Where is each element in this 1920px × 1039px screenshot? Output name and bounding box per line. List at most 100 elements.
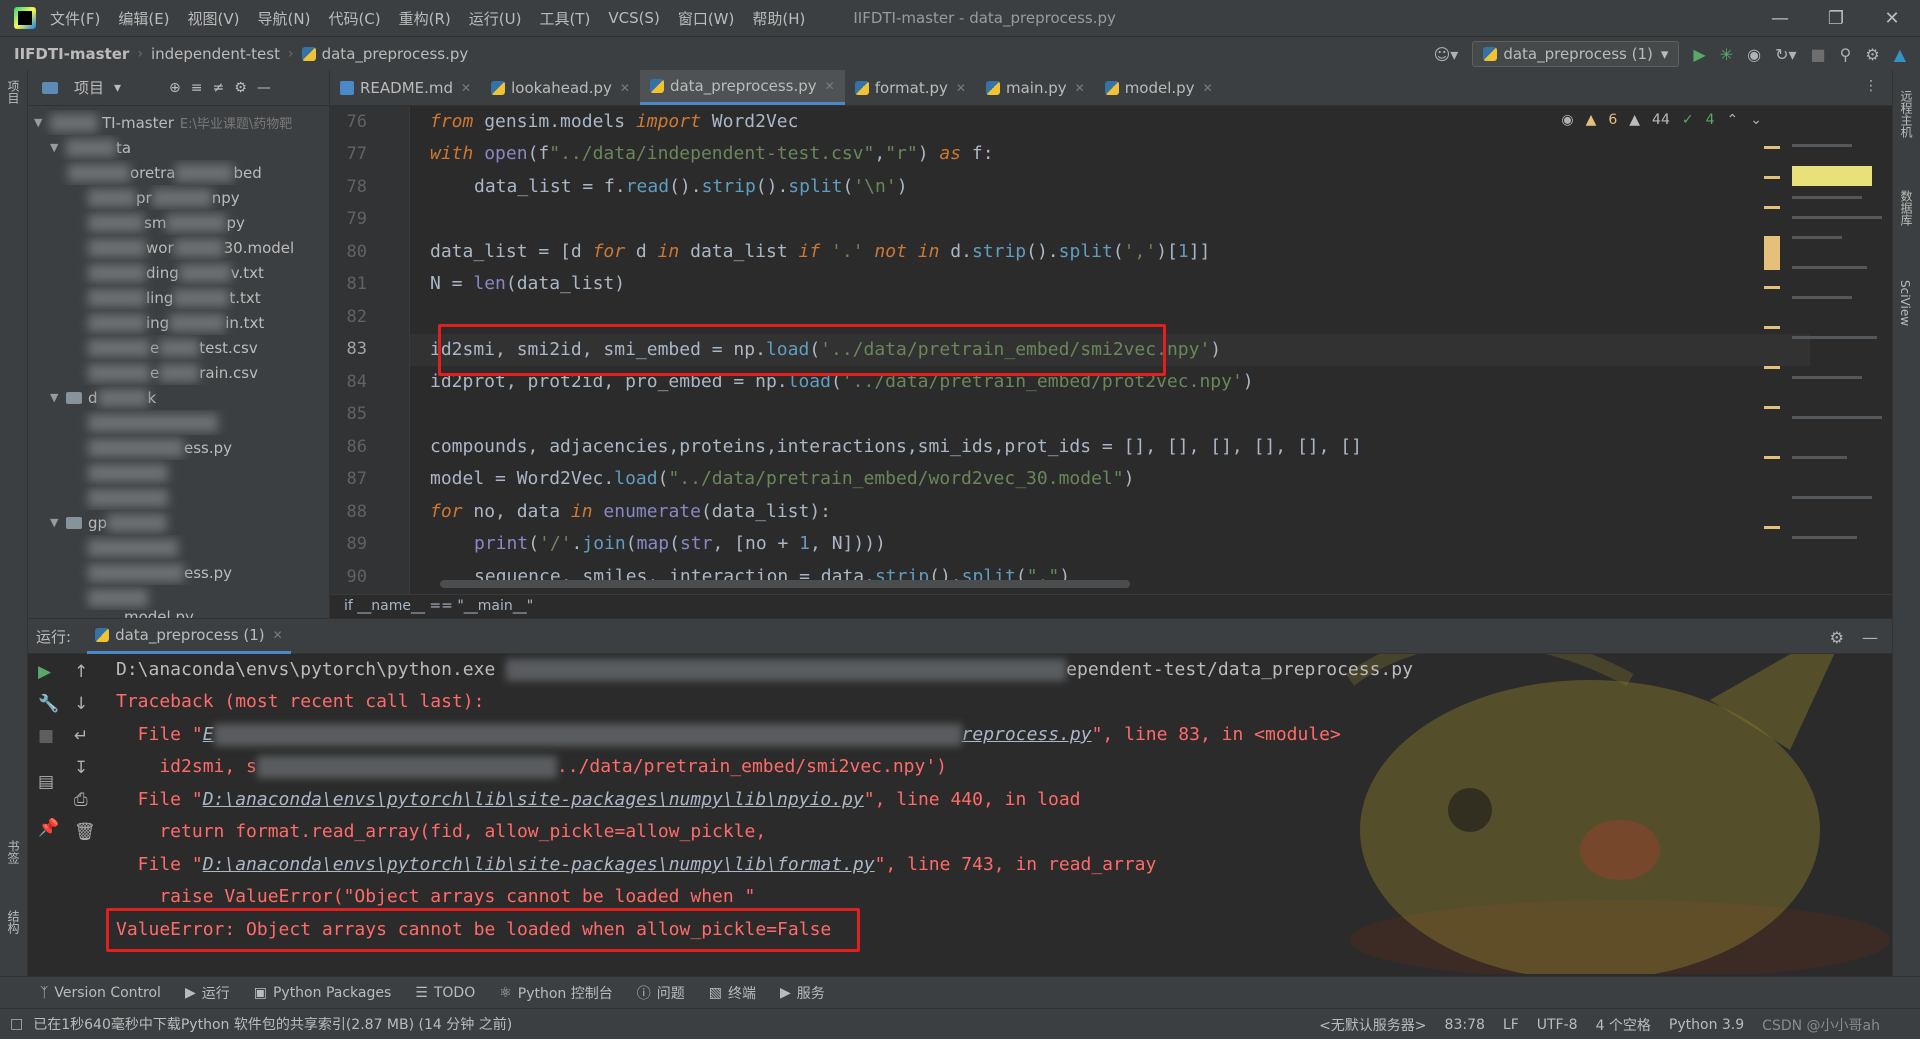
close-icon[interactable]: ✕ bbox=[1075, 81, 1085, 95]
locate-icon[interactable]: ⊕ bbox=[169, 80, 181, 96]
tree-item[interactable]: ▼ gp bbox=[28, 510, 329, 535]
tool-problems[interactable]: ⓘ 问题 bbox=[637, 983, 685, 1003]
scroll-down-icon[interactable]: ↓ bbox=[74, 694, 88, 714]
inspection-widget[interactable]: ◉ ▲ 6 ▲ 44 ✓ 4 ⌃ ⌄ bbox=[1561, 112, 1762, 128]
run-tab-data-preprocess[interactable]: data_preprocess (1) ✕ bbox=[87, 618, 291, 654]
soft-wrap-icon[interactable]: ↵ bbox=[74, 726, 88, 746]
menu-view[interactable]: 视图(V) bbox=[188, 8, 240, 29]
tab-model[interactable]: model.py ✕ bbox=[1095, 70, 1223, 105]
menu-file[interactable]: 文件(F) bbox=[50, 8, 100, 29]
tool-python-console[interactable]: ⚛ Python 控制台 bbox=[499, 983, 613, 1003]
tree-item[interactable]: e rain.csv bbox=[28, 360, 329, 385]
sciview-tool-tab[interactable]: SciView bbox=[1898, 280, 1912, 326]
scroll-up-icon[interactable]: ↑ bbox=[74, 662, 88, 682]
status-indent[interactable]: 4 个空格 bbox=[1596, 1015, 1651, 1035]
rerun-icon[interactable]: ▶ bbox=[38, 662, 51, 682]
database-tool-tab[interactable]: 数据库 bbox=[1898, 190, 1915, 226]
horizontal-scrollbar[interactable] bbox=[440, 580, 1130, 588]
profile-icon[interactable]: ↻▾ bbox=[1775, 45, 1796, 64]
close-icon[interactable]: ✕ bbox=[1864, 0, 1920, 36]
status-interpreter[interactable]: Python 3.9 bbox=[1669, 1017, 1744, 1033]
breadcrumb-folder[interactable]: independent-test bbox=[151, 45, 280, 63]
tab-data-preprocess[interactable]: data_preprocess.py ✕ bbox=[639, 70, 845, 105]
gear-icon[interactable]: ⚙ bbox=[1865, 45, 1879, 64]
tree-item[interactable] bbox=[28, 485, 329, 510]
hide-panel-icon[interactable]: — bbox=[1862, 628, 1878, 647]
collapse-all-icon[interactable]: ≠ bbox=[213, 80, 225, 96]
tab-lookahead[interactable]: lookahead.py ✕ bbox=[481, 70, 640, 105]
tree-item[interactable]: ▼ ta bbox=[28, 135, 329, 160]
search-icon[interactable]: ⚲ bbox=[1840, 45, 1852, 64]
status-encoding[interactable]: UTF-8 bbox=[1537, 1017, 1578, 1033]
gear-icon[interactable]: ⚙ bbox=[1830, 628, 1844, 647]
tree-item-root[interactable]: ▼ TI-master E:\毕业课题\药物靶 bbox=[28, 110, 329, 135]
previous-highlight-icon[interactable]: ⌃ bbox=[1727, 112, 1739, 128]
run-icon[interactable]: ▶ bbox=[1693, 45, 1705, 64]
expand-all-icon[interactable]: ≡ bbox=[191, 80, 203, 96]
tree-item[interactable]: pr npy bbox=[28, 185, 329, 210]
pin-icon[interactable]: 📌 bbox=[38, 818, 59, 838]
trash-icon[interactable]: 🗑 bbox=[74, 822, 96, 842]
run-configuration-select[interactable]: data_preprocess (1) ▾ bbox=[1472, 41, 1680, 67]
menu-vcs[interactable]: VCS(S) bbox=[608, 9, 659, 27]
scroll-to-end-icon[interactable]: ↧ bbox=[74, 758, 88, 778]
menu-window[interactable]: 窗口(W) bbox=[678, 8, 735, 29]
project-panel-title[interactable]: 项目 bbox=[74, 77, 104, 98]
close-icon[interactable]: ✕ bbox=[1203, 81, 1213, 95]
npyio-file-link[interactable]: D:\anaconda\envs\pytorch\lib\site-packag… bbox=[203, 789, 864, 810]
debug-icon[interactable]: ✳ bbox=[1720, 45, 1733, 64]
project-tool-tab[interactable]: 项目 bbox=[5, 80, 22, 104]
remote-host-tool-tab[interactable]: 远程主机 bbox=[1898, 90, 1915, 138]
layout-icon[interactable]: ▤ bbox=[38, 772, 54, 792]
hide-panel-icon[interactable]: — bbox=[257, 80, 271, 96]
tree-item[interactable]: e test.csv bbox=[28, 335, 329, 360]
tree-item[interactable]: ess.py bbox=[28, 560, 329, 585]
tool-run[interactable]: ▶ 运行 bbox=[185, 983, 230, 1003]
tree-item[interactable]: ling t.txt bbox=[28, 285, 329, 310]
close-icon[interactable]: ✕ bbox=[461, 81, 471, 95]
tree-item[interactable] bbox=[28, 410, 329, 435]
stop-icon[interactable]: ■ bbox=[1811, 45, 1826, 64]
tree-item[interactable] bbox=[28, 535, 329, 560]
tree-item[interactable]: oretra bed bbox=[28, 160, 329, 185]
code-editor[interactable]: 76 77 78 79 80 81 82 83 84 85 86 87 88 8… bbox=[330, 106, 1892, 594]
format-file-link[interactable]: D:\anaconda\envs\pytorch\lib\site-packag… bbox=[203, 854, 875, 875]
tool-todo[interactable]: ☰ TODO bbox=[415, 985, 475, 1001]
close-icon[interactable]: ✕ bbox=[273, 628, 283, 642]
menu-refactor[interactable]: 重构(R) bbox=[399, 8, 451, 29]
stop-icon[interactable]: ■ bbox=[38, 726, 54, 746]
chevron-down-icon[interactable]: ▾ bbox=[114, 80, 121, 96]
tool-services[interactable]: ▶ 服务 bbox=[780, 983, 825, 1003]
bookmarks-tool-tab[interactable]: 书签 bbox=[5, 840, 22, 864]
menu-tools[interactable]: 工具(T) bbox=[539, 8, 590, 29]
tree-item[interactable]: wor 30.model bbox=[28, 235, 329, 260]
gear-icon[interactable]: ⚙ bbox=[234, 80, 247, 96]
close-icon[interactable]: ✕ bbox=[620, 81, 630, 95]
tree-item[interactable] bbox=[28, 585, 329, 610]
status-line-separator[interactable]: LF bbox=[1503, 1017, 1519, 1033]
tree-item[interactable] bbox=[28, 460, 329, 485]
tree-item[interactable]: sm py bbox=[28, 210, 329, 235]
close-icon[interactable]: ✕ bbox=[825, 79, 835, 93]
wrench-icon[interactable]: 🔧 bbox=[38, 694, 59, 714]
print-icon[interactable]: ⎙ bbox=[74, 790, 88, 810]
status-message[interactable]: 已在1秒640毫秒中下载Python 软件包的共享索引(2.87 MB) (14… bbox=[33, 1014, 512, 1034]
breadcrumb-project[interactable]: IIFDTI-master bbox=[14, 45, 129, 63]
tool-python-packages[interactable]: ▣ Python Packages bbox=[254, 985, 392, 1001]
breadcrumb-file[interactable]: data_preprocess.py bbox=[322, 45, 469, 63]
more-tabs-icon[interactable]: ⋮ bbox=[1864, 78, 1878, 94]
close-icon[interactable]: ✕ bbox=[956, 81, 966, 95]
tree-item[interactable]: ding v.txt bbox=[28, 260, 329, 285]
menu-help[interactable]: 帮助(H) bbox=[752, 8, 805, 29]
code-minimap[interactable] bbox=[1764, 136, 1884, 576]
coverage-icon[interactable]: ◉ bbox=[1747, 45, 1761, 64]
menu-code[interactable]: 代码(C) bbox=[328, 8, 380, 29]
reader-mode-icon[interactable]: ◉ bbox=[1561, 112, 1573, 128]
update-icon[interactable]: ▲ bbox=[1894, 45, 1906, 64]
status-caret-position[interactable]: 83:78 bbox=[1445, 1017, 1485, 1033]
menu-navigate[interactable]: 导航(N) bbox=[258, 8, 311, 29]
menu-edit[interactable]: 编辑(E) bbox=[118, 8, 169, 29]
code-breadcrumb[interactable]: if __name__ == "__main__" bbox=[330, 594, 1892, 618]
run-console[interactable]: D:\anaconda\envs\pytorch\python.exe epen… bbox=[100, 654, 1892, 974]
tree-item[interactable]: ing in.txt bbox=[28, 310, 329, 335]
